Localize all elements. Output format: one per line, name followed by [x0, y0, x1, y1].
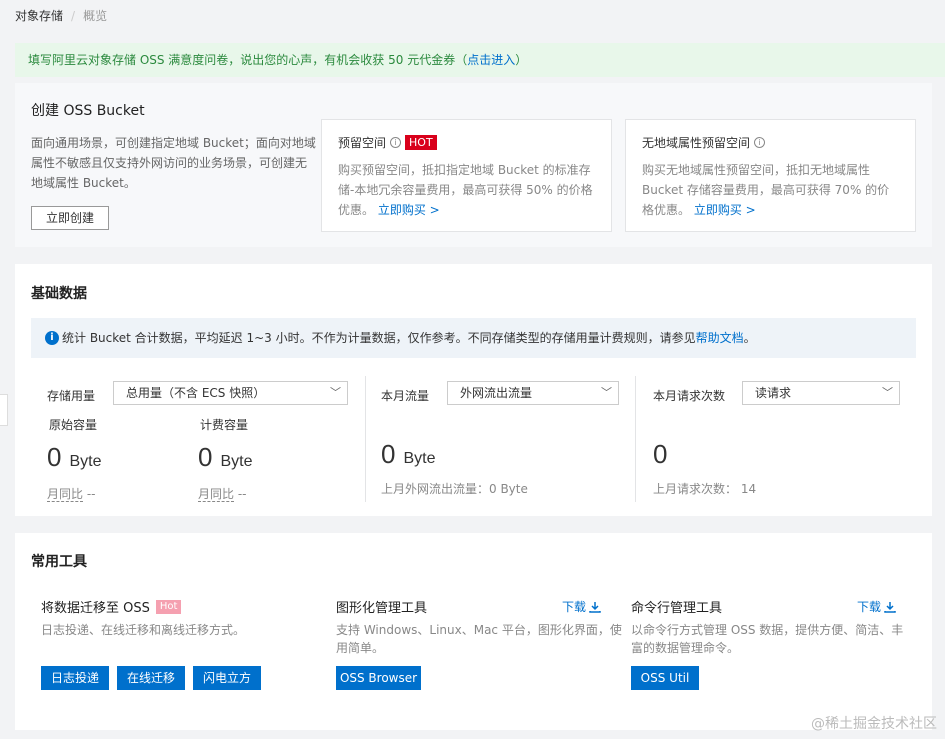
divider [365, 376, 366, 502]
migrate-tool-desc: 日志投递、在线迁移和离线迁移方式。 [41, 623, 246, 637]
create-bucket-title: 创建 OSS Bucket [31, 103, 145, 119]
raw-capacity-mom[interactable]: 月同比 -- [47, 485, 96, 502]
cli-tool-desc: 以命令行方式管理 OSS 数据，提供方便、简洁、丰 富的数据管理命令。 [631, 623, 904, 655]
chevron-down-icon: ﹀ [882, 386, 893, 399]
create-bucket-desc: 面向通用场景，可创建指定地域 Bucket；面向对地域属性不敏感且仅支持外网访问… [31, 136, 316, 190]
regionless-space-title: 无地域属性预留空间 [642, 136, 751, 150]
common-tools-card: 常用工具 将数据迁移至 OSS Hot 日志投递、在线迁移和离线迁移方式。 日志… [15, 533, 932, 730]
info-bar: i 统计 Bucket 合计数据，平均延迟 1~3 小时。不作为计量数据，仅作参… [31, 318, 916, 358]
reserved-space-promo: 预留空间 i HOT 购买预留空间，抵扣指定地域 Bucket 的标准存储-本地… [321, 119, 612, 232]
requests-value: 0 [653, 439, 668, 469]
monthly-requests-label: 本月请求次数 [653, 389, 726, 403]
chevron-down-icon: ﹀ [601, 386, 612, 399]
breadcrumb-root[interactable]: 对象存储 [15, 9, 63, 23]
gui-download-link[interactable]: 下载 [562, 598, 601, 615]
create-bucket-button[interactable]: 立即创建 [31, 206, 109, 230]
survey-link[interactable]: 点击进入 [467, 53, 515, 67]
common-tools-title: 常用工具 [31, 554, 87, 570]
watermark: @稀土掘金技术社区 [811, 716, 937, 732]
info-icon[interactable]: i [390, 137, 402, 148]
billing-capacity-label: 计费容量 [200, 418, 249, 432]
buy-now-link[interactable]: 立即购买 > [694, 203, 756, 217]
info-icon[interactable]: i [754, 137, 766, 148]
side-collapse-handle[interactable] [0, 394, 8, 426]
hot-badge: HOT [405, 135, 437, 150]
survey-notice: 填写阿里云对象存储 OSS 满意度问卷，说出您的心声，有机会收获 50 元代金券… [15, 43, 945, 77]
download-icon [884, 601, 896, 613]
regionless-space-promo: 无地域属性预留空间 i 购买无地域属性预留空间，抵扣无地域属性 Bucket 存… [625, 119, 916, 232]
reserved-space-title: 预留空间 [338, 136, 387, 150]
oss-browser-button[interactable]: OSS Browser [336, 666, 421, 690]
hot-badge: Hot [155, 599, 182, 614]
basic-data-card: 基础数据 i 统计 Bucket 合计数据，平均延迟 1~3 小时。不作为计量数… [15, 264, 932, 516]
cli-tool-title: 命令行管理工具 [631, 601, 723, 616]
migrate-tool-title: 将数据迁移至 OSS Hot [41, 597, 182, 616]
breadcrumb: 对象存储 / 概览 [15, 9, 108, 23]
request-type-select[interactable]: 读请求 ﹀ [742, 381, 900, 405]
buy-now-link[interactable]: 立即购买 > [378, 203, 440, 217]
chevron-down-icon: ﹀ [330, 386, 341, 399]
traffic-value: 0 Byte [381, 439, 436, 469]
gui-tool-title: 图形化管理工具 [336, 601, 428, 616]
create-bucket-card: 创建 OSS Bucket 面向通用场景，可创建指定地域 Bucket；面向对地… [15, 83, 932, 247]
cli-download-link[interactable]: 下载 [857, 598, 896, 615]
breadcrumb-current: 概览 [83, 9, 108, 23]
last-month-traffic: 上月外网流出流量：0 Byte [381, 482, 528, 496]
last-month-requests: 上月请求次数： 14 [653, 482, 757, 496]
oss-util-button[interactable]: OSS Util [631, 666, 699, 690]
traffic-type-select[interactable]: 外网流出流量 ﹀ [447, 381, 619, 405]
raw-capacity-value: 0 Byte [47, 442, 102, 472]
gui-tool-desc: 支持 Windows、Linux、Mac 平台，图形化界面，使 用简单。 [336, 623, 622, 655]
divider [635, 376, 636, 502]
lightning-cube-button[interactable]: 闪电立方 [193, 666, 261, 690]
billing-capacity-value: 0 Byte [198, 442, 253, 472]
info-icon: i [45, 331, 59, 345]
download-icon [589, 601, 601, 613]
storage-usage-label: 存储用量 [47, 389, 96, 403]
monthly-traffic-label: 本月流量 [381, 389, 430, 403]
storage-usage-select[interactable]: 总用量（不含 ECS 快照） ﹀ [113, 381, 348, 405]
help-doc-link[interactable]: 帮助文档 [696, 318, 744, 358]
online-migration-button[interactable]: 在线迁移 [117, 666, 185, 690]
raw-capacity-label: 原始容量 [49, 418, 98, 432]
log-delivery-button[interactable]: 日志投递 [41, 666, 109, 690]
billing-capacity-mom[interactable]: 月同比 -- [198, 485, 247, 502]
basic-data-title: 基础数据 [31, 286, 87, 302]
